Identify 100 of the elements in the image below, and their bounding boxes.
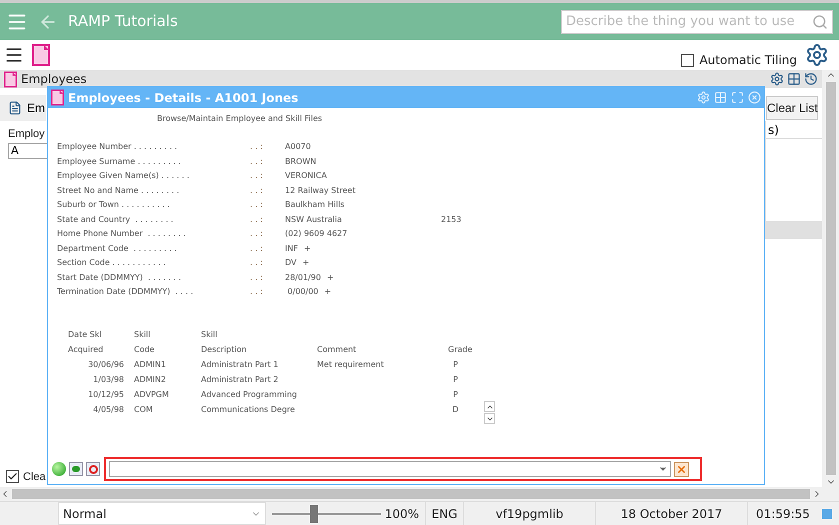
field-label: Employee Given Name(s) . . . . . . — [57, 170, 190, 181]
status-square-icon — [822, 508, 832, 518]
table-cell: P — [453, 360, 458, 369]
field-value: A0070 — [285, 141, 311, 152]
checkbox[interactable] — [681, 54, 694, 66]
column-header: Code — [134, 345, 154, 354]
document-icon — [32, 44, 50, 66]
checkbox[interactable] — [6, 470, 19, 484]
mode-dropdown[interactable]: Normal — [58, 502, 266, 525]
language-indicator: ENG — [426, 502, 464, 525]
document-icon — [8, 101, 22, 115]
close-icon[interactable] — [748, 91, 761, 104]
field-separator: . . : — [250, 286, 264, 297]
field-value: Baulkham Hills — [285, 199, 344, 210]
field-extra: + — [302, 257, 310, 268]
clear-list-button[interactable]: Clear List — [766, 96, 818, 120]
field-separator: . . : — [250, 141, 264, 152]
field-label: Employ — [8, 127, 46, 142]
field-value: BROWN — [285, 156, 316, 166]
field-label: Termination Date (DDMMYY) . . . . — [57, 286, 194, 297]
command-dropdown[interactable] — [109, 461, 671, 477]
cancel-button[interactable] — [86, 462, 100, 476]
app-title: RAMP Tutorials — [68, 11, 178, 32]
checkbox-label: Clea — [23, 470, 46, 484]
horizontal-scrollbar[interactable] — [0, 487, 839, 501]
field-extra: + — [304, 242, 311, 254]
table-cell: Met requirement — [317, 360, 384, 369]
table-cell: ADMIN2 — [134, 375, 166, 384]
scroll-down-button[interactable] — [484, 413, 495, 424]
field-label: Employee Surname . . . . . . . . . — [57, 156, 182, 166]
date-display: 18 October 2017 — [596, 502, 748, 525]
window-title: Employees - Details - A1001 Jones — [68, 90, 298, 106]
field-separator: . . : — [250, 228, 264, 239]
time-display: 01:59:55 — [755, 506, 811, 522]
table-cell: ADMIN1 — [134, 360, 166, 369]
history-icon[interactable] — [804, 72, 818, 86]
zoom-reading: 100% — [384, 506, 419, 522]
field-value: 28/01/90 — [285, 272, 321, 282]
table-cell: 1/03/98 — [93, 375, 124, 384]
field-label: Employee Number . . . . . . . . . — [57, 141, 178, 152]
field-separator: . . : — [250, 272, 264, 282]
table-cell: Administratn Part 1 — [201, 360, 278, 369]
field-extra: + — [324, 286, 332, 297]
field-extra: 2153 — [441, 214, 462, 224]
field-value: NSW Australia — [285, 214, 343, 224]
table-cell: D — [452, 405, 459, 414]
column-header: Skill — [134, 330, 150, 339]
clear-button[interactable] — [674, 462, 689, 476]
column-header: Comment — [317, 345, 356, 354]
scroll-up-button[interactable] — [484, 401, 495, 412]
field-separator: . . : — [250, 214, 264, 224]
field-value: DV — [285, 257, 296, 268]
column-header: Skill — [201, 330, 218, 339]
panel-title: Employees — [21, 71, 87, 88]
field-label: Start Date (DDMMYY) . . . . . . . — [57, 272, 182, 282]
field-value: VERONICA — [285, 170, 327, 181]
settings-icon[interactable] — [805, 43, 829, 67]
table-cell: P — [453, 375, 458, 384]
close-icon — [676, 464, 687, 474]
table-cell: 10/12/95 — [88, 390, 124, 399]
table-cell: Advanced Programming — [201, 390, 297, 399]
document-icon — [4, 70, 17, 88]
field-separator: . . : — [250, 199, 264, 210]
field-label: State and Country . . . . . . . . — [57, 214, 174, 224]
field-value: 12 Railway Street — [285, 184, 356, 196]
field-separator: . . : — [250, 170, 264, 181]
maximize-icon[interactable] — [731, 91, 744, 104]
table-cell: COM — [134, 405, 153, 414]
document-icon — [51, 89, 64, 106]
column-header: Description — [201, 345, 247, 354]
column-header: Acquired — [68, 345, 104, 354]
settings-icon[interactable] — [770, 72, 784, 86]
table-cell: 4/05/98 — [93, 405, 124, 414]
field-value: (02) 9609 4627 — [285, 228, 348, 239]
field-label: Suburb or Town . . . . . . . . . . — [57, 199, 171, 210]
search-field[interactable]: Describe the thing you want to use — [561, 10, 833, 34]
checkbox-label: Automatic Tiling — [699, 52, 797, 69]
field-label: Street No and Name . . . . . . . . — [57, 184, 180, 196]
table-cell: Administratn Part 2 — [201, 375, 278, 384]
zoom-slider[interactable] — [272, 504, 381, 522]
tab[interactable]: Em — [0, 95, 46, 121]
field-label: Department Code . . . . . . . . . — [57, 242, 178, 254]
vertical-scrollbar[interactable] — [822, 70, 839, 487]
field-label: Home Phone Number . . . . . . . . — [57, 228, 187, 239]
table-cell: ADVPGM — [134, 390, 169, 399]
field-separator: . . : — [250, 156, 264, 166]
library-name: vf19pgmlib — [464, 502, 596, 525]
field-separator: . . : — [250, 257, 264, 268]
field-separator: . . : — [250, 184, 264, 196]
table-cell: 30/06/96 — [88, 360, 124, 369]
window-subtitle: Browse/Maintain Employee and Skill Files — [157, 113, 322, 124]
field-value: 0/00/00 — [286, 286, 318, 297]
table-cell: Communications Degre — [201, 405, 295, 414]
table-cell: P — [453, 390, 458, 399]
tile-icon[interactable] — [787, 72, 801, 86]
slider-thumb[interactable] — [310, 504, 318, 522]
column-header: Grade — [448, 345, 472, 354]
field-extra: + — [326, 272, 334, 282]
search-icon[interactable] — [812, 14, 828, 30]
field-label: Section Code . . . . . . . . . . . — [57, 257, 167, 268]
